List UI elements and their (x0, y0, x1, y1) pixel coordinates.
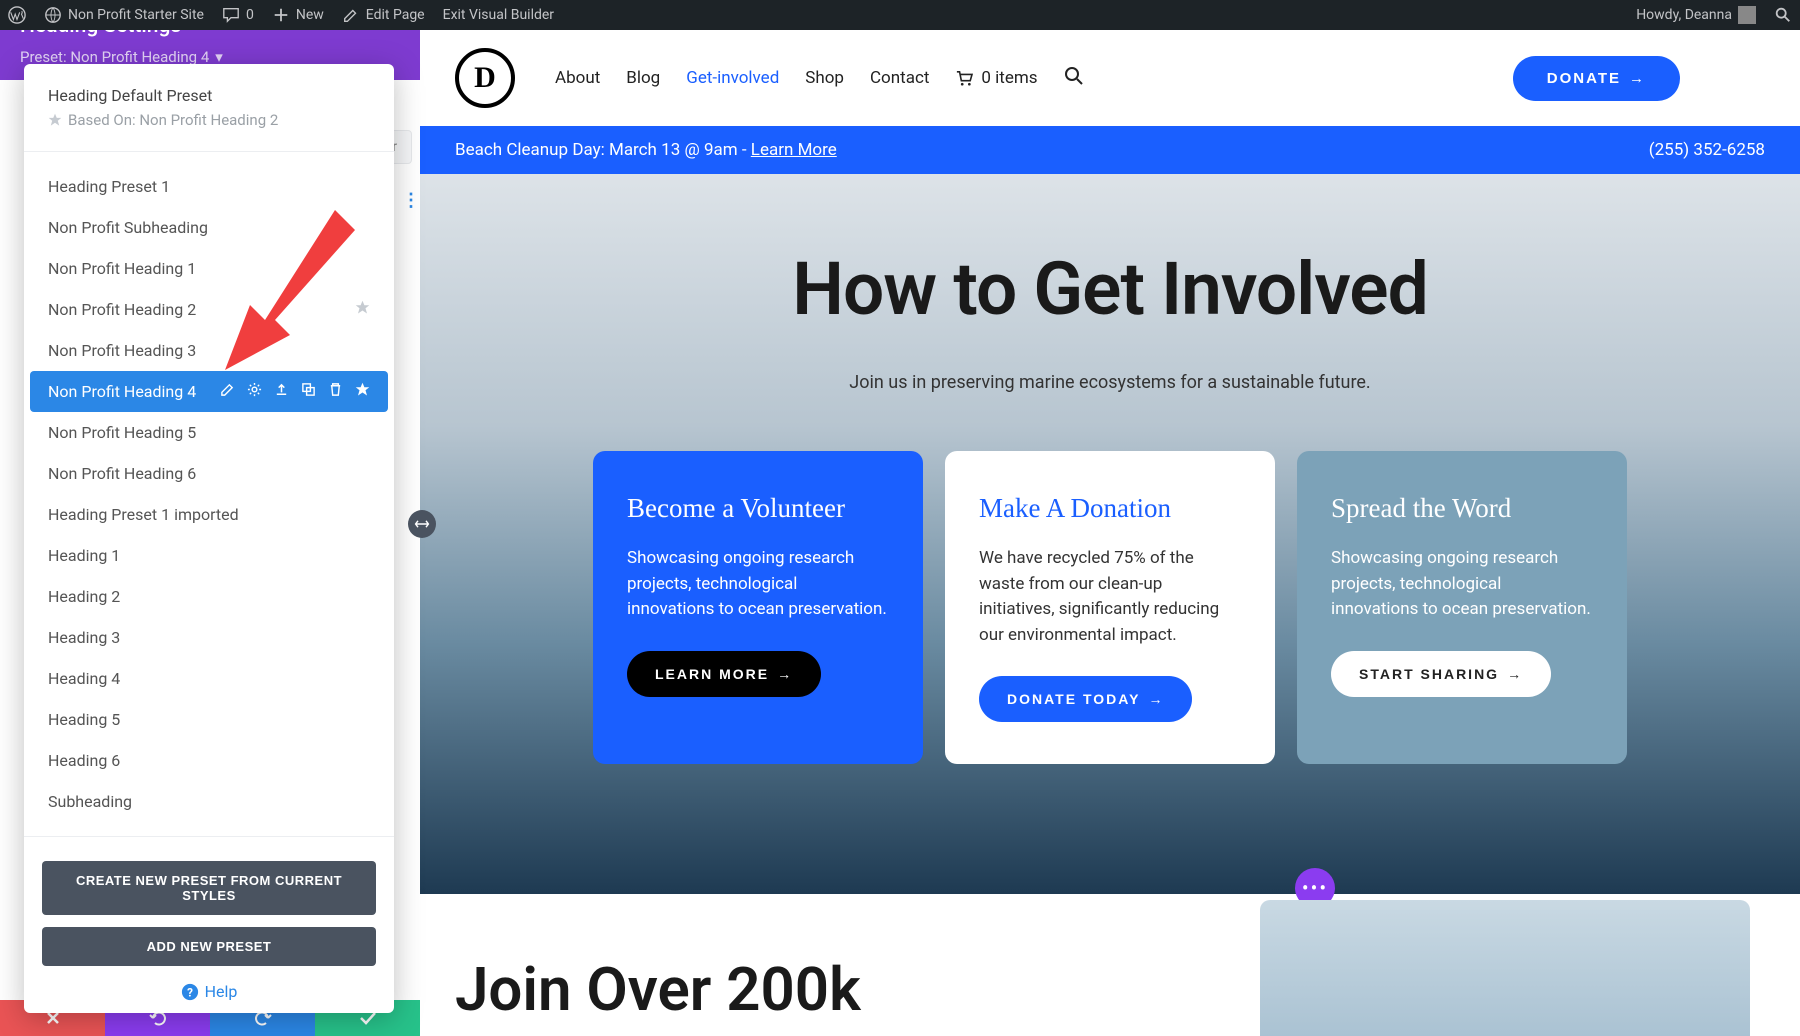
learn-more-button[interactable]: LEARN MORE → (627, 651, 821, 697)
star-icon[interactable] (355, 382, 370, 401)
preset-item[interactable]: Non Profit Heading 3 (24, 330, 394, 371)
adminbar-comments[interactable]: 0 (222, 6, 254, 24)
card-body: Showcasing ongoing research projects, te… (627, 546, 889, 623)
cards-row: Become a Volunteer Showcasing ongoing re… (455, 451, 1765, 764)
add-preset-button[interactable]: ADD NEW PRESET (42, 927, 376, 966)
main-nav: About Blog Get-involved Shop Contact 0 i… (555, 66, 1084, 91)
upload-icon[interactable] (274, 382, 289, 401)
nav-blog[interactable]: Blog (626, 68, 660, 88)
avatar (1738, 6, 1756, 24)
preset-item[interactable]: Heading 3 (24, 617, 394, 658)
preset-item[interactable]: Non Profit Heading 5 (24, 412, 394, 453)
edit-icon[interactable] (220, 382, 235, 401)
nav-get-involved[interactable]: Get-involved (686, 68, 779, 88)
nav-cart[interactable]: 0 items (955, 68, 1037, 88)
preset-item[interactable]: Non Profit Subheading (24, 207, 394, 248)
adminbar-edit-page[interactable]: Edit Page (342, 6, 425, 24)
preset-item[interactable]: Non Profit Heading 6 (24, 453, 394, 494)
trash-icon[interactable] (328, 382, 343, 401)
card-title: Make A Donation (979, 493, 1241, 524)
nav-contact[interactable]: Contact (870, 68, 929, 88)
preset-item[interactable]: Heading 5 (24, 699, 394, 740)
svg-text:?: ? (187, 985, 193, 999)
card-title: Become a Volunteer (627, 493, 889, 524)
card-body: We have recycled 75% of the waste from o… (979, 546, 1241, 648)
announcement-bar: Beach Cleanup Day: March 13 @ 9am - Lear… (420, 126, 1800, 174)
hero-section: How to Get Involved Join us in preservin… (420, 174, 1800, 894)
preset-based-on: Based On: Non Profit Heading 2 (48, 111, 370, 129)
star-icon (48, 113, 62, 127)
card-title: Spread the Word (1331, 493, 1593, 524)
preset-item[interactable]: Heading 4 (24, 658, 394, 699)
kebab-icon[interactable]: ⋮ (402, 190, 420, 211)
help-link[interactable]: ? Help (24, 978, 394, 1001)
wp-logo[interactable] (8, 6, 26, 24)
card-volunteer: Become a Volunteer Showcasing ongoing re… (593, 451, 923, 764)
preset-default-title[interactable]: Heading Default Preset (48, 86, 370, 105)
preset-item[interactable]: Heading 1 (24, 535, 394, 576)
next-section: ••• Join Over 200k (420, 894, 1800, 1025)
card-spread: Spread the Word Showcasing ongoing resea… (1297, 451, 1627, 764)
gear-icon[interactable] (247, 382, 262, 401)
card-body: Showcasing ongoing research projects, te… (1331, 546, 1593, 623)
site-logo[interactable]: D (455, 48, 515, 108)
preset-item[interactable]: Heading 2 (24, 576, 394, 617)
start-sharing-button[interactable]: START SHARING → (1331, 651, 1551, 697)
hero-title: How to Get Involved (455, 246, 1765, 332)
nav-about[interactable]: About (555, 68, 600, 88)
duplicate-icon[interactable] (301, 382, 316, 401)
star-icon[interactable] (355, 300, 370, 319)
wp-admin-bar: Non Profit Starter Site 0 New Edit Page … (0, 0, 1800, 30)
preset-item[interactable]: Subheading (24, 781, 394, 822)
phone-number: (255) 352-6258 (1649, 140, 1765, 160)
preset-item[interactable]: Heading Preset 1 imported (24, 494, 394, 535)
adminbar-search[interactable] (1774, 6, 1792, 24)
nav-search-icon[interactable] (1064, 66, 1084, 91)
adminbar-site-name[interactable]: Non Profit Starter Site (44, 6, 204, 24)
hero-subtitle: Join us in preserving marine ecosystems … (455, 372, 1765, 393)
announcement-link[interactable]: Learn More (751, 140, 837, 160)
preset-dropdown: Heading Default Preset Based On: Non Pro… (24, 64, 394, 1013)
panel-resize-handle[interactable] (408, 510, 436, 538)
preset-item[interactable]: Heading 6 (24, 740, 394, 781)
card-donation: Make A Donation We have recycled 75% of … (945, 451, 1275, 764)
announcement-text: Beach Cleanup Day: March 13 @ 9am - (455, 140, 751, 160)
preset-item[interactable]: Non Profit Heading 1 (24, 248, 394, 289)
nav-shop[interactable]: Shop (805, 68, 844, 88)
preset-item[interactable]: Heading Preset 1 (24, 166, 394, 207)
preset-item-selected[interactable]: Non Profit Heading 4 (30, 371, 388, 412)
next-image (1260, 900, 1750, 1036)
site-header: D About Blog Get-involved Shop Contact 0… (420, 30, 1800, 126)
preset-list: Heading Preset 1 Non Profit Subheading N… (24, 166, 394, 822)
create-preset-button[interactable]: CREATE NEW PRESET FROM CURRENT STYLES (42, 861, 376, 915)
adminbar-exit-builder[interactable]: Exit Visual Builder (443, 7, 554, 23)
preset-item[interactable]: Non Profit Heading 2 (24, 289, 394, 330)
adminbar-howdy[interactable]: Howdy, Deanna (1636, 6, 1756, 24)
donate-today-button[interactable]: DONATE TODAY → (979, 676, 1192, 722)
page-preview: D About Blog Get-involved Shop Contact 0… (420, 30, 1800, 1036)
adminbar-new[interactable]: New (272, 6, 324, 24)
donate-button[interactable]: DONATE→ (1513, 56, 1680, 101)
